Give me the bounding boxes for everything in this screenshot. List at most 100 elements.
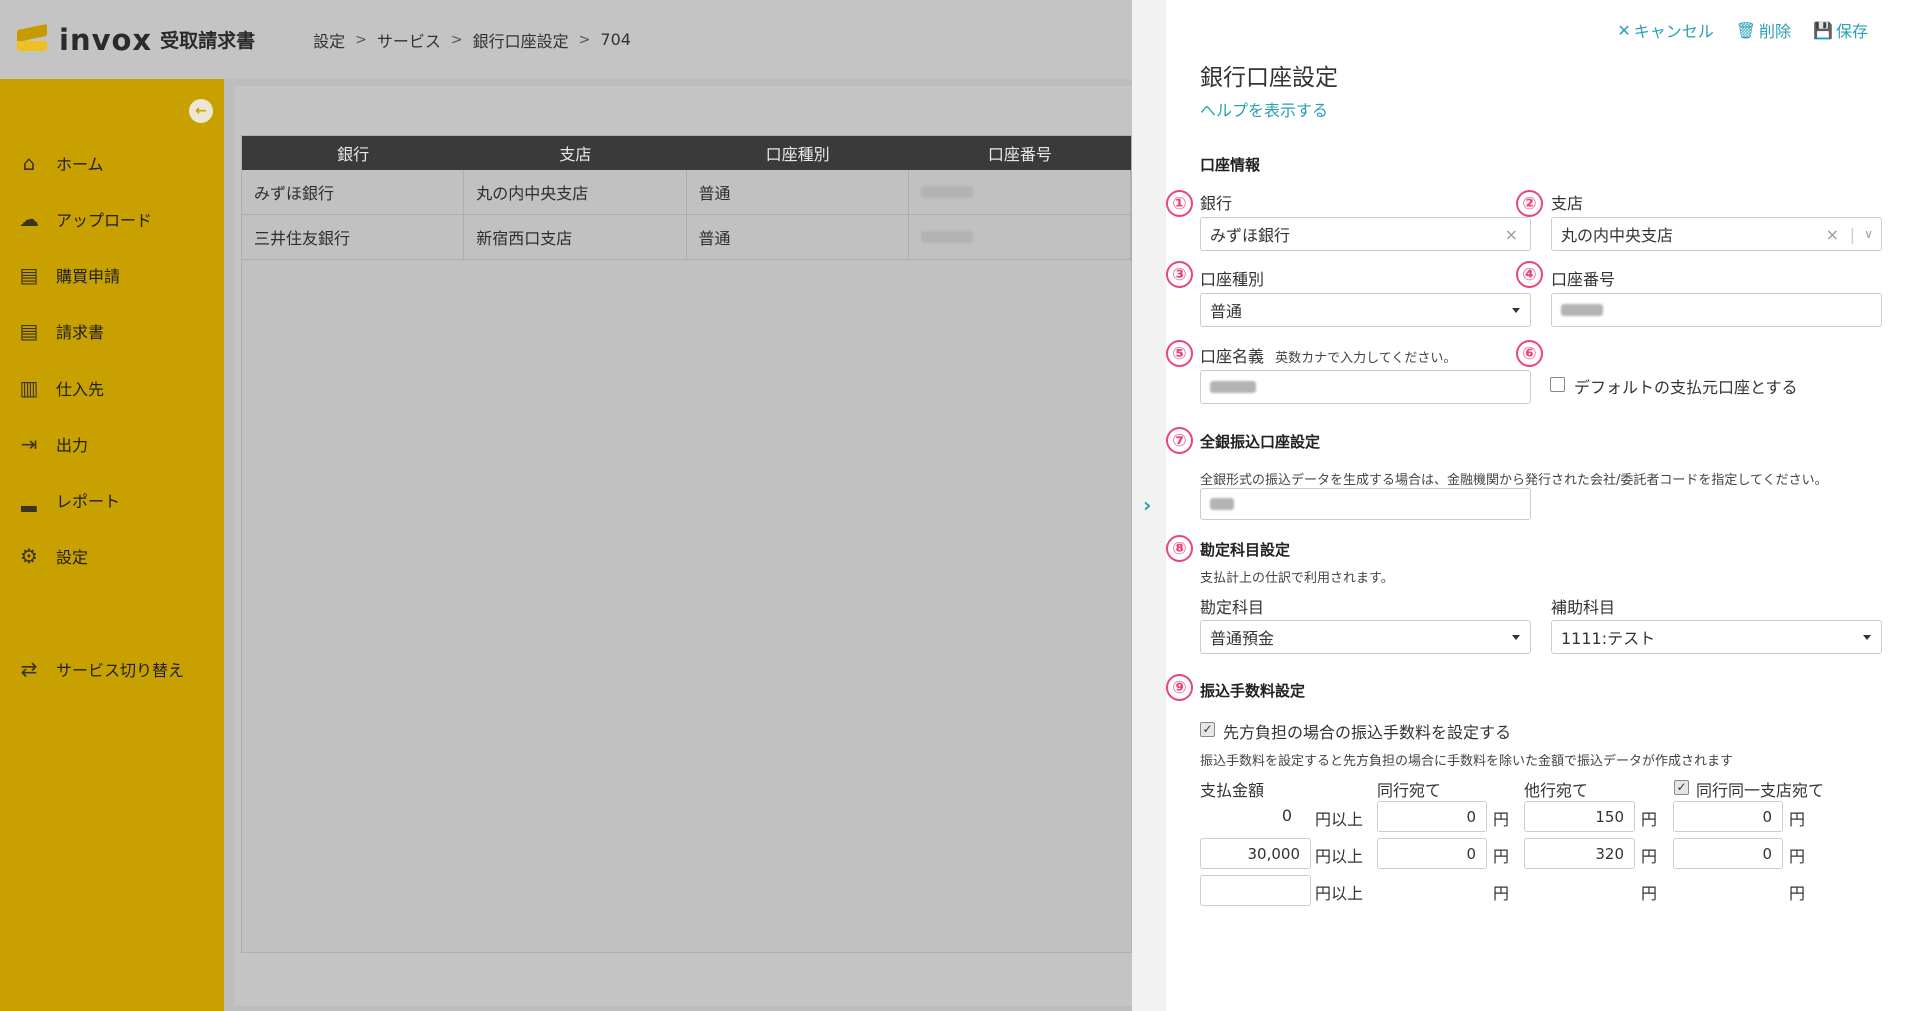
zengin-code-input[interactable] bbox=[1200, 488, 1531, 520]
sidebar-item-home[interactable]: ⌂ ホーム bbox=[0, 143, 224, 183]
logo-text: invox bbox=[59, 22, 153, 57]
annotation-badge-6: ⑥ bbox=[1516, 340, 1543, 367]
subject-select[interactable]: 普通預金 bbox=[1200, 620, 1531, 654]
fee-other-bank-input[interactable]: 320 bbox=[1524, 838, 1635, 869]
sidebar-item-reports[interactable]: ▂ レポート bbox=[0, 480, 224, 520]
account-type-select[interactable]: 普通 bbox=[1200, 293, 1531, 327]
sidebar-item-invoices[interactable]: ▤ 請求書 bbox=[0, 311, 224, 351]
bank-account-table: 銀行 支店 口座種別 口座番号 みずほ銀行 丸の内中央支店 普通 三井住友銀行 … bbox=[241, 135, 1132, 953]
chevron-down-icon[interactable]: ∨ bbox=[1864, 227, 1873, 241]
sidebar-item-label: 請求書 bbox=[56, 323, 105, 342]
fee-same-branch-input[interactable]: 0 bbox=[1673, 838, 1783, 869]
section-account-info: 口座情報 bbox=[1200, 156, 1261, 174]
home-icon: ⌂ bbox=[22, 151, 36, 175]
fee-header-same-branch[interactable]: 同行同一支店宛て bbox=[1696, 777, 1824, 801]
fee-header-other-bank: 他行宛て bbox=[1524, 781, 1589, 800]
dropdown-caret-icon bbox=[1863, 635, 1871, 640]
unit-over: 円以上 bbox=[1315, 810, 1364, 829]
sidebar-item-purchase-request[interactable]: ▤ 購買申請 bbox=[0, 255, 224, 295]
trash-icon: 🗑 bbox=[1735, 20, 1757, 40]
fee-header-same-bank: 同行宛て bbox=[1377, 781, 1442, 800]
sidebar-item-suppliers[interactable]: ▥ 仕入先 bbox=[0, 368, 224, 408]
sidebar-item-export[interactable]: ⇥ 出力 bbox=[0, 424, 224, 464]
unit-yen: 円 bbox=[1789, 884, 1806, 903]
column-header-number[interactable]: 口座番号 bbox=[909, 136, 1131, 170]
redacted-value bbox=[1210, 498, 1234, 510]
cell-number bbox=[909, 170, 1131, 214]
clear-icon[interactable]: × bbox=[1826, 225, 1839, 244]
redacted-value bbox=[920, 231, 973, 243]
branch-label: 支店 bbox=[1551, 194, 1584, 213]
bank-select[interactable]: みずほ銀行 × bbox=[1200, 217, 1531, 251]
sidebar-item-label: 設定 bbox=[56, 548, 89, 567]
column-header-type[interactable]: 口座種別 bbox=[687, 136, 909, 170]
logo-subtitle: 受取請求書 bbox=[160, 30, 256, 52]
breadcrumb-item-settings[interactable]: 設定 bbox=[313, 28, 345, 52]
chart-icon: ▂ bbox=[21, 488, 37, 512]
breadcrumb-item-id: 704 bbox=[600, 30, 631, 49]
cell-bank: みずほ銀行 bbox=[242, 170, 465, 214]
chevron-right-icon[interactable]: › bbox=[1143, 493, 1151, 517]
annotation-badge-5: ⑤ bbox=[1166, 340, 1193, 367]
unit-over: 円以上 bbox=[1315, 884, 1364, 903]
fee-amount-input[interactable]: 30,000 bbox=[1200, 838, 1311, 869]
sidebar-item-label: アップロード bbox=[56, 211, 153, 230]
fee-same-branch-input[interactable]: 0 bbox=[1673, 801, 1783, 832]
zengin-note: 全銀形式の振込データを生成する場合は、金融機関から発行された会社/委託者コードを… bbox=[1200, 473, 1828, 488]
unit-yen: 円 bbox=[1641, 884, 1658, 903]
select-separator: | bbox=[1849, 224, 1855, 244]
account-type-value: 普通 bbox=[1210, 302, 1243, 321]
sidebar-item-upload[interactable]: ☁ アップロード bbox=[0, 199, 224, 239]
section-zengin: 全銀振込口座設定 bbox=[1200, 433, 1321, 451]
unit-yen: 円 bbox=[1493, 810, 1510, 829]
sidebar-item-label: ホーム bbox=[56, 155, 104, 174]
close-icon: ✕ bbox=[1617, 20, 1631, 40]
delete-label: 削除 bbox=[1759, 22, 1792, 41]
default-account-checkbox[interactable] bbox=[1550, 377, 1565, 392]
cancel-label: キャンセル bbox=[1633, 22, 1714, 41]
cell-type: 普通 bbox=[687, 170, 909, 214]
branch-select[interactable]: 丸の内中央支店 × | ∨ bbox=[1551, 217, 1882, 251]
collapse-sidebar-icon[interactable]: ← bbox=[189, 99, 213, 123]
unit-yen: 円 bbox=[1493, 847, 1510, 866]
save-button[interactable]: 💾 保存 bbox=[1813, 18, 1868, 42]
column-header-branch[interactable]: 支店 bbox=[464, 136, 686, 170]
sidebar-item-label: 購買申請 bbox=[56, 267, 121, 286]
sidebar-item-switch-service[interactable]: ⇄ サービス切り替え bbox=[0, 649, 224, 689]
fee-checkbox[interactable]: ✓ bbox=[1200, 722, 1215, 737]
fee-other-bank-input[interactable]: 150 bbox=[1524, 801, 1635, 832]
sidebar-item-label: 出力 bbox=[56, 436, 89, 455]
bank-label: 銀行 bbox=[1200, 194, 1233, 213]
account-holder-input[interactable] bbox=[1200, 370, 1531, 404]
app-logo[interactable]: invox 受取請求書 bbox=[15, 23, 255, 57]
sidebar-item-settings[interactable]: ⚙ 設定 bbox=[0, 536, 224, 576]
fee-checkbox-label[interactable]: 先方負担の場合の振込手数料を設定する bbox=[1223, 719, 1511, 743]
table-row[interactable]: 三井住友銀行 新宿西口支店 普通 bbox=[242, 215, 1131, 260]
fee-same-bank-input[interactable]: 0 bbox=[1377, 838, 1487, 869]
unit-yen: 円 bbox=[1493, 884, 1510, 903]
default-account-label[interactable]: デフォルトの支払元口座とする bbox=[1574, 374, 1798, 398]
redacted-value bbox=[1561, 304, 1603, 316]
delete-button[interactable]: 🗑 削除 bbox=[1736, 18, 1791, 42]
redacted-value bbox=[1210, 381, 1256, 393]
branch-value: 丸の内中央支店 bbox=[1561, 226, 1674, 245]
table-row[interactable]: みずほ銀行 丸の内中央支店 普通 bbox=[242, 170, 1131, 215]
help-link[interactable]: ヘルプを表示する bbox=[1200, 97, 1328, 121]
unit-yen: 円 bbox=[1641, 810, 1658, 829]
same-branch-checkbox[interactable]: ✓ bbox=[1674, 780, 1689, 795]
column-header-bank[interactable]: 銀行 bbox=[242, 136, 464, 170]
breadcrumb-item-service[interactable]: サービス bbox=[377, 28, 441, 52]
account-number-input[interactable] bbox=[1551, 293, 1882, 327]
breadcrumb-item-bank-settings[interactable]: 銀行口座設定 bbox=[473, 28, 569, 52]
logo-mark-icon bbox=[15, 23, 49, 57]
cancel-button[interactable]: ✕ キャンセル bbox=[1617, 18, 1713, 42]
sub-subject-select[interactable]: 1111:テスト bbox=[1551, 620, 1882, 654]
redacted-value bbox=[920, 186, 973, 198]
fee-amount-input[interactable] bbox=[1200, 875, 1311, 906]
cloud-upload-icon: ☁ bbox=[19, 207, 39, 231]
annotation-badge-3: ③ bbox=[1166, 261, 1193, 288]
sidebar: ← ⌂ ホーム ☁ アップロード ▤ 購買申請 ▤ 請求書 ▥ 仕入先 ⇥ 出力… bbox=[0, 79, 224, 1011]
clear-icon[interactable]: × bbox=[1505, 225, 1518, 244]
floppy-icon: 💾 bbox=[1813, 20, 1833, 40]
fee-same-bank-input[interactable]: 0 bbox=[1377, 801, 1487, 832]
